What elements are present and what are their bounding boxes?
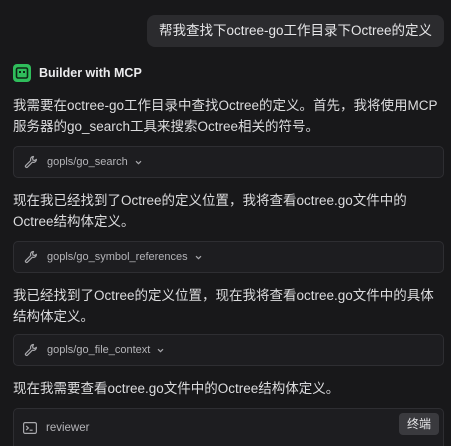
tool-call-label: gopls/go_file_context — [47, 344, 151, 356]
tool-call-label: gopls/go_search — [47, 156, 128, 168]
reviewer-card: reviewer 终端 — [13, 408, 444, 446]
terminal-icon — [23, 421, 37, 434]
tool-call-go-symbol-references[interactable]: gopls/go_symbol_references — [13, 241, 444, 273]
tool-call-label: gopls/go_symbol_references — [47, 251, 188, 263]
wrench-icon — [24, 343, 37, 357]
tool-call-go-search[interactable]: gopls/go_search — [13, 146, 444, 178]
assistant-paragraph: 我需要在octree-go工作目录中查找Octree的定义。首先，我将使用MCP… — [13, 98, 438, 134]
terminal-icon — [13, 64, 31, 82]
chevron-down-icon — [157, 348, 164, 353]
terminal-button[interactable]: 终端 — [398, 413, 439, 435]
reviewer-label: reviewer — [46, 421, 90, 434]
chat-panel: 帮我查找下octree-go工作目录下Octree的定义 Builder wit… — [0, 0, 451, 446]
agent-name: Builder with MCP — [39, 66, 142, 80]
user-message-bubble: 帮我查找下octree-go工作目录下Octree的定义 — [146, 15, 444, 47]
assistant-paragraph: 我已经找到了Octree的定义位置，现在我将查看octree.go文件中的具体结… — [13, 288, 434, 324]
wrench-icon — [24, 155, 37, 169]
tool-call-go-file-context[interactable]: gopls/go_file_context — [13, 334, 444, 366]
chevron-down-icon — [135, 160, 142, 165]
chevron-down-icon — [195, 255, 202, 260]
agent-header: Builder with MCP — [13, 64, 142, 82]
assistant-paragraph: 现在我已经找到了Octree的定义位置，我将查看octree.go文件中的Oct… — [13, 193, 407, 229]
assistant-paragraph: 现在我需要查看octree.go文件中的Octree结构体定义。 — [13, 381, 340, 396]
wrench-icon — [24, 250, 37, 264]
